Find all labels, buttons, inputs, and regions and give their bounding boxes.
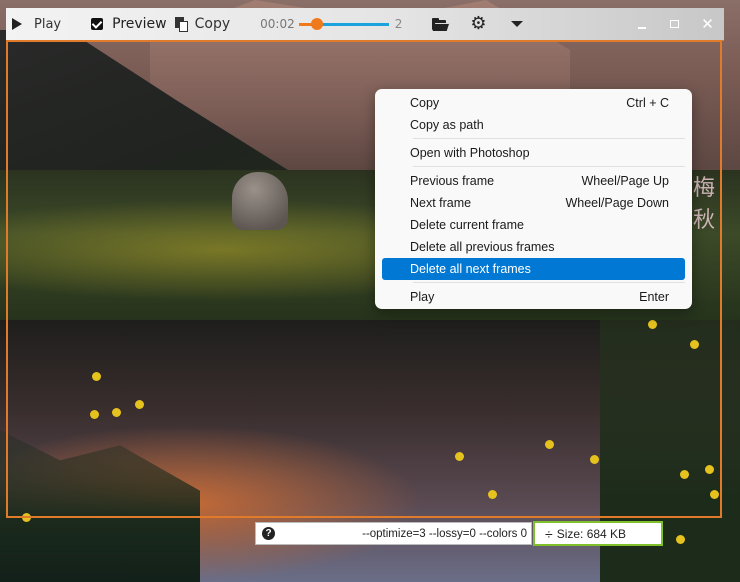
menu-item-label: Copy as path bbox=[410, 118, 484, 132]
preview-checkbox[interactable]: Preview bbox=[91, 8, 167, 40]
menu-item-label: Delete current frame bbox=[410, 218, 524, 232]
dropdown-icon bbox=[510, 21, 523, 27]
menu-item-shortcut: Wheel/Page Up bbox=[581, 174, 669, 188]
play-button[interactable]: Play bbox=[12, 8, 61, 40]
maximize-button[interactable] bbox=[658, 8, 691, 40]
preview-label: Preview bbox=[112, 16, 167, 32]
menu-item-label: Copy bbox=[410, 96, 440, 110]
menu-item-copy[interactable]: Copy Ctrl + C bbox=[382, 92, 685, 114]
help-icon[interactable]: ? bbox=[262, 527, 275, 540]
file-size-label: Size: 684 KB bbox=[556, 526, 627, 541]
menu-item-label: Previous frame bbox=[410, 174, 495, 188]
menu-item-label: Open with Photoshop bbox=[410, 146, 530, 160]
copy-button[interactable]: Copy bbox=[174, 8, 231, 40]
file-size-badge[interactable]: ÷ Size: 684 KB bbox=[533, 521, 663, 546]
menu-item-label: Delete all next frames bbox=[410, 262, 531, 276]
menu-item-previous-frame[interactable]: Previous frame Wheel/Page Up bbox=[382, 170, 685, 192]
menu-item-play[interactable]: Play Enter bbox=[382, 286, 685, 308]
compress-icon: ÷ bbox=[545, 525, 553, 542]
flower bbox=[676, 535, 685, 544]
more-options-button[interactable] bbox=[487, 8, 523, 40]
frame-count: 2 bbox=[394, 17, 403, 31]
menu-item-label: Next frame bbox=[410, 196, 472, 210]
menu-item-shortcut: Enter bbox=[639, 290, 669, 304]
close-button[interactable]: ✕ bbox=[691, 8, 724, 40]
minimize-icon bbox=[637, 27, 646, 29]
menu-item-next-frame[interactable]: Next frame Wheel/Page Down bbox=[382, 192, 685, 214]
menu-item-copy-as-path[interactable]: Copy as path bbox=[382, 114, 685, 136]
menu-item-open-with-photoshop[interactable]: Open with Photoshop bbox=[382, 142, 685, 164]
menu-item-delete-current-frame[interactable]: Delete current frame bbox=[382, 214, 685, 236]
slider-thumb[interactable] bbox=[310, 18, 323, 30]
minimize-button[interactable] bbox=[625, 8, 658, 40]
close-icon: ✕ bbox=[701, 14, 714, 33]
menu-item-delete-all-previous-frames[interactable]: Delete all previous frames bbox=[382, 236, 685, 258]
gear-icon: ⚙ bbox=[470, 13, 487, 34]
folder-open-icon bbox=[432, 18, 450, 31]
play-icon bbox=[12, 18, 22, 30]
frame-slider[interactable] bbox=[298, 17, 389, 31]
menu-item-shortcut: Ctrl + C bbox=[626, 96, 669, 110]
settings-button[interactable]: ⚙ bbox=[448, 8, 486, 40]
menu-separator bbox=[413, 282, 685, 283]
open-folder-button[interactable] bbox=[402, 8, 450, 40]
menu-separator bbox=[413, 166, 685, 167]
context-menu: Copy Ctrl + C Copy as path Open with Photos… bbox=[375, 89, 692, 309]
menu-item-label: Delete all previous frames bbox=[410, 240, 555, 254]
params-text: --optimize=3 --lossy=0 --colors 0 bbox=[362, 527, 527, 540]
window-controls: ✕ bbox=[625, 8, 724, 40]
play-label: Play bbox=[34, 16, 62, 32]
copy-label: Copy bbox=[194, 16, 231, 32]
toolbar: Play Preview Copy 00:02 2 ⚙ ✕ bbox=[6, 8, 724, 40]
current-time: 00:02 bbox=[260, 17, 295, 31]
menu-item-shortcut: Wheel/Page Down bbox=[565, 196, 669, 210]
checkbox-checked-icon bbox=[91, 18, 104, 30]
menu-item-delete-all-next-frames[interactable]: Delete all next frames bbox=[382, 258, 685, 280]
gifsicle-params-field[interactable]: ? --optimize=3 --lossy=0 --colors 0 bbox=[255, 522, 532, 545]
menu-separator bbox=[413, 138, 685, 139]
maximize-icon bbox=[670, 20, 679, 28]
menu-item-label: Play bbox=[410, 290, 435, 304]
copy-icon bbox=[174, 16, 189, 32]
